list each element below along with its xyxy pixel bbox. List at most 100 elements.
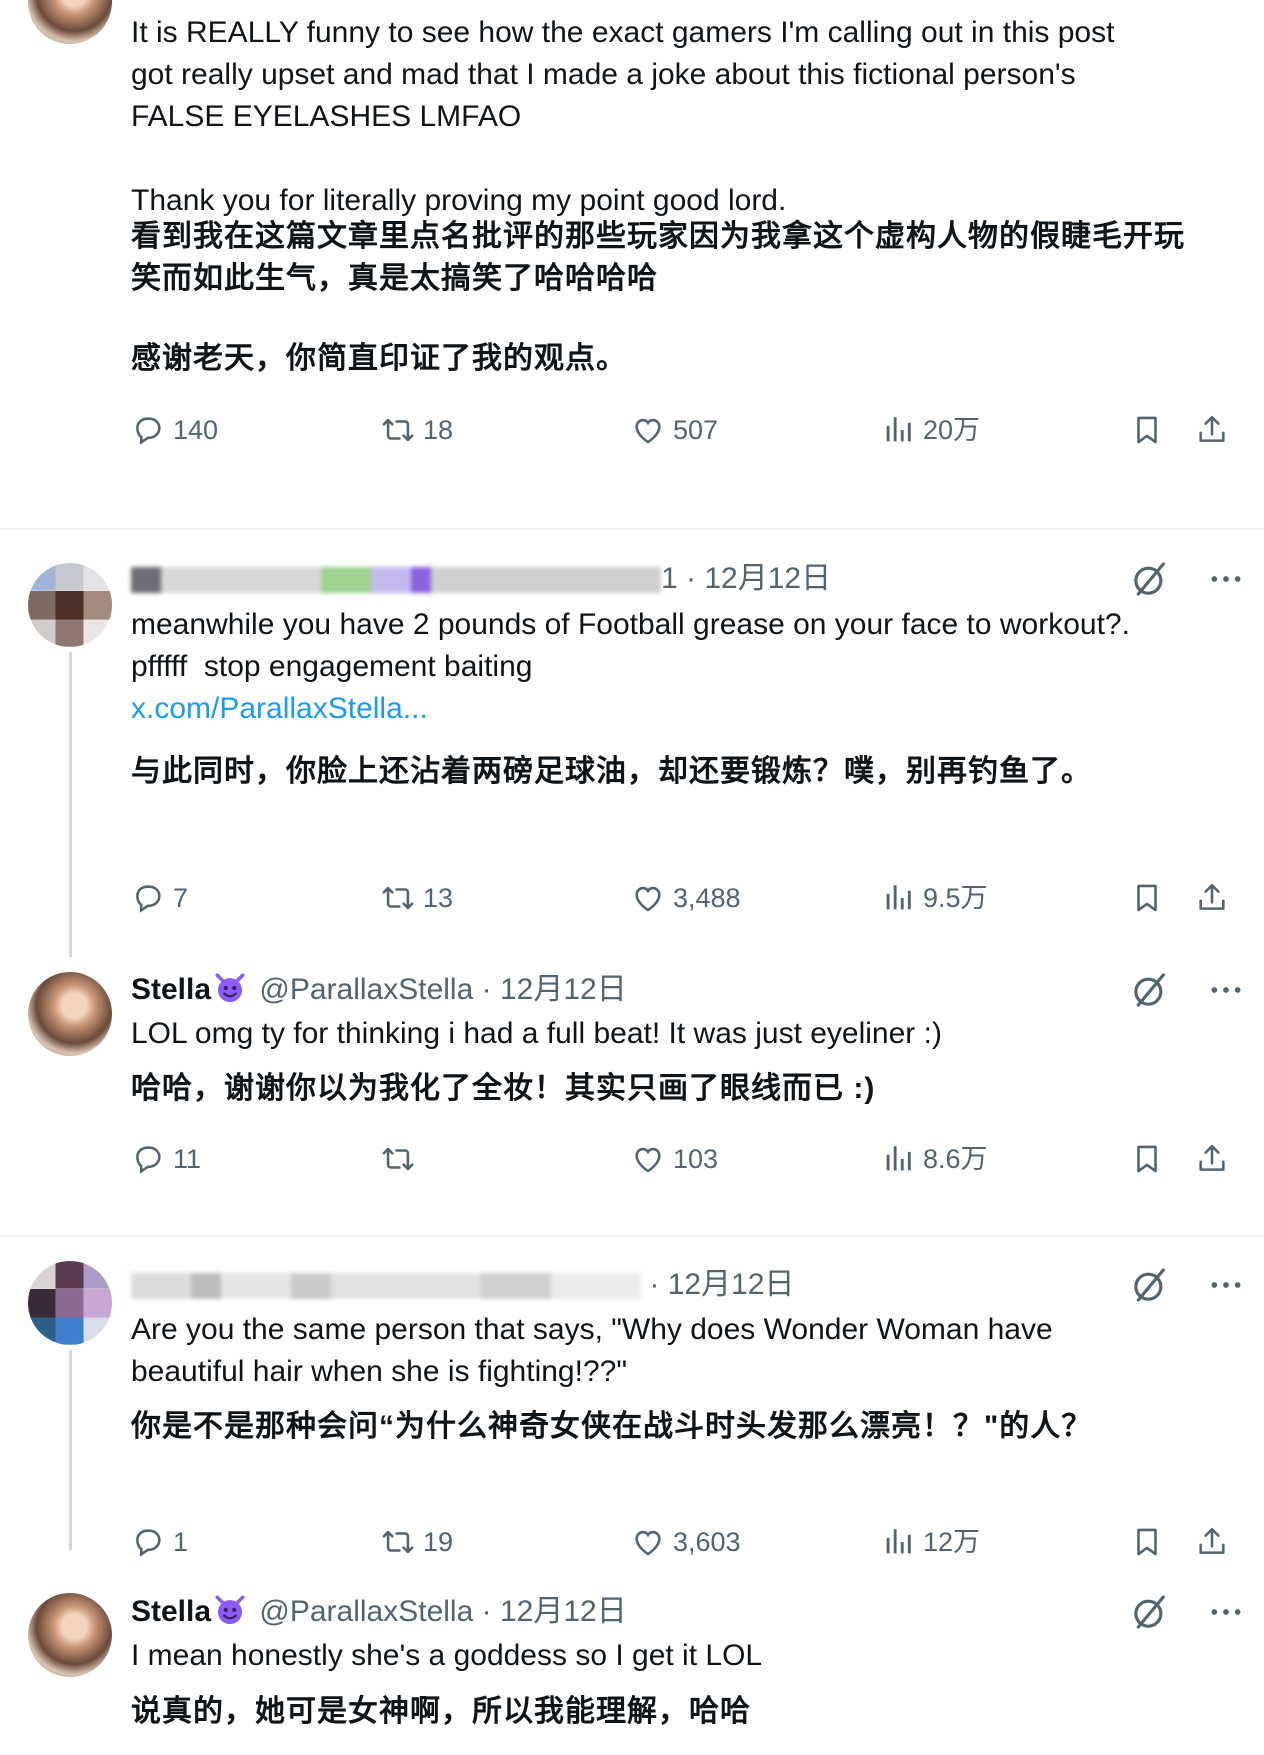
handle[interactable]: @ParallaxStella xyxy=(259,1595,473,1628)
grok-icon[interactable] xyxy=(1130,1592,1170,1632)
action-bar: 7 13 3,488 9.5万 xyxy=(131,876,1241,920)
views-button[interactable]: 12万 xyxy=(881,1520,980,1564)
like-button[interactable]: 3,488 xyxy=(631,876,741,920)
retweet-count: 18 xyxy=(423,415,454,445)
thread-line xyxy=(69,1350,72,1550)
blurred-username[interactable] xyxy=(131,567,661,594)
tweet-date[interactable]: 12月12日 xyxy=(500,1595,627,1628)
retweet-button[interactable] xyxy=(381,1137,423,1181)
handle[interactable]: 1 xyxy=(661,562,678,595)
avatar[interactable] xyxy=(28,1261,112,1345)
views-button[interactable]: 20万 xyxy=(881,408,980,452)
tweet-text-zh: 看到我在这篇文章里点名批评的那些玩家因为我拿这个虚构人物的假睫毛开玩 笑而如此生… xyxy=(131,216,1231,380)
text-line: I mean honestly she's a goddess so I get… xyxy=(131,1639,763,1672)
tweet-link[interactable]: x.com/ParallaxStella... xyxy=(131,688,1231,730)
share-button[interactable] xyxy=(1195,1137,1237,1181)
reply-count: 1 xyxy=(173,1527,189,1557)
bookmark-button[interactable] xyxy=(1130,1137,1172,1181)
text-line: It is REALLY funny to see how the exact … xyxy=(131,16,1115,49)
tweet-text-zh: 哈哈，谢谢你以为我化了全妆！其实只画了眼线而已 :) xyxy=(131,1068,1231,1110)
like-button[interactable]: 507 xyxy=(631,408,718,452)
retweet-count: 19 xyxy=(423,1527,454,1557)
retweet-icon xyxy=(381,1525,415,1559)
tweet-header: Stella @ParallaxStella · 12月12日 xyxy=(131,970,627,1010)
handle[interactable]: @ParallaxStella xyxy=(259,973,473,1006)
tweet-date[interactable]: 12月12日 xyxy=(704,562,831,595)
tweet-text-zh: 与此同时，你脸上还沾着两磅足球油，却还要锻炼？噗，别再钓鱼了。 xyxy=(131,751,1231,793)
share-icon xyxy=(1195,1142,1229,1176)
views-button[interactable]: 9.5万 xyxy=(881,876,988,920)
blurred-username[interactable] xyxy=(131,1273,641,1300)
more-icon[interactable] xyxy=(1206,970,1246,1010)
reply-button[interactable]: 11 xyxy=(131,1137,201,1181)
more-icon[interactable] xyxy=(1206,1592,1246,1632)
like-icon xyxy=(631,1142,665,1176)
reply-button[interactable]: 7 xyxy=(131,876,188,920)
reply-button[interactable]: 1 xyxy=(131,1520,188,1564)
tweet-3: Stella @ParallaxStella · 12月12日 LOL omg … xyxy=(0,970,1264,1230)
grok-icon[interactable] xyxy=(1130,559,1170,599)
tweet-4: · 12月12日 Are you the same person that sa… xyxy=(0,1237,1264,1577)
more-icon[interactable] xyxy=(1206,559,1246,599)
retweet-count: 13 xyxy=(423,883,454,913)
bookmark-button[interactable] xyxy=(1130,1520,1172,1564)
text-line: 感谢老天，你简直印证了我的观点。 xyxy=(131,342,627,375)
bookmark-button[interactable] xyxy=(1130,876,1172,920)
reply-button[interactable]: 140 xyxy=(131,408,218,452)
like-button[interactable]: 3,603 xyxy=(631,1520,741,1564)
bookmark-button[interactable] xyxy=(1130,408,1172,452)
display-name[interactable]: Stella xyxy=(131,973,211,1006)
header-icons xyxy=(1130,1592,1246,1632)
tweet-date[interactable]: 12月12日 xyxy=(668,1268,795,1301)
reply-count: 7 xyxy=(173,883,189,913)
like-icon xyxy=(631,413,665,447)
tweet-text-zh: 说真的，她可是女神啊，所以我能理解，哈哈 xyxy=(131,1691,1231,1733)
share-button[interactable] xyxy=(1195,876,1237,920)
action-bar: 140 18 507 20万 xyxy=(131,408,1241,452)
avatar[interactable] xyxy=(28,1593,112,1677)
grok-icon[interactable] xyxy=(1130,1265,1170,1305)
share-icon xyxy=(1195,1525,1229,1559)
like-count: 3,488 xyxy=(673,883,741,913)
separator: · xyxy=(481,1595,492,1628)
more-icon[interactable] xyxy=(1206,1265,1246,1305)
retweet-button[interactable]: 13 xyxy=(381,876,453,920)
tweet-1: It is REALLY funny to see how the exact … xyxy=(0,0,1264,470)
views-count: 20万 xyxy=(923,415,981,445)
reply-icon xyxy=(131,1525,165,1559)
action-bar: 1 19 3,603 12万 xyxy=(131,1520,1241,1564)
separator: · xyxy=(686,562,697,595)
like-count: 103 xyxy=(673,1144,719,1174)
retweet-button[interactable]: 18 xyxy=(381,408,453,452)
like-button[interactable]: 103 xyxy=(631,1137,718,1181)
reply-icon xyxy=(131,413,165,447)
tweet-2: 1 · 12月12日 meanwhile you have 2 pounds o… xyxy=(0,530,1264,970)
like-icon xyxy=(631,881,665,915)
bookmark-icon xyxy=(1130,881,1164,915)
text-line: 笑而如此生气，真是太搞笑了哈哈哈哈 xyxy=(131,262,658,295)
avatar[interactable] xyxy=(28,0,112,44)
text-line: 哈哈，谢谢你以为我化了全妆！其实只画了眼线而已 :) xyxy=(131,1072,876,1105)
share-button[interactable] xyxy=(1195,1520,1237,1564)
views-icon xyxy=(881,1142,915,1176)
tweet-header: Stella @ParallaxStella · 12月12日 xyxy=(131,1592,627,1632)
bookmark-icon xyxy=(1130,1525,1164,1559)
tweet-header: · 12月12日 xyxy=(131,1265,794,1305)
like-count: 507 xyxy=(673,415,719,445)
text-line: 看到我在这篇文章里点名批评的那些玩家因为我拿这个虚构人物的假睫毛开玩 xyxy=(131,220,1185,253)
share-button[interactable] xyxy=(1195,408,1237,452)
retweet-button[interactable]: 19 xyxy=(381,1520,453,1564)
tweet-header: 1 · 12月12日 xyxy=(131,559,831,599)
views-button[interactable]: 8.6万 xyxy=(881,1137,988,1181)
grok-icon[interactable] xyxy=(1130,970,1170,1010)
avatar[interactable] xyxy=(28,972,112,1056)
text-line: LOL omg ty for thinking i had a full bea… xyxy=(131,1017,942,1050)
reply-icon xyxy=(131,1142,165,1176)
bookmark-icon xyxy=(1130,1142,1164,1176)
like-icon xyxy=(631,1525,665,1559)
tweet-date[interactable]: 12月12日 xyxy=(500,973,627,1006)
views-icon xyxy=(881,413,915,447)
avatar[interactable] xyxy=(28,563,112,647)
reply-count: 140 xyxy=(173,415,219,445)
display-name[interactable]: Stella xyxy=(131,1595,211,1628)
